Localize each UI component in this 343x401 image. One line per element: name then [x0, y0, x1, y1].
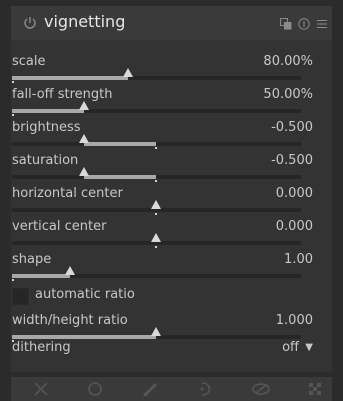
slider-handle[interactable]	[79, 167, 89, 176]
slider-value: 0.000	[275, 219, 313, 234]
path-icon[interactable]	[194, 379, 218, 399]
slider-value: 50.00%	[263, 87, 313, 102]
slider-baseline-tick	[12, 81, 14, 83]
reset-icon[interactable]	[298, 15, 310, 30]
slider-label: vertical center	[12, 219, 107, 234]
slider-center-tick	[155, 147, 157, 149]
slider-label: horizontal center	[12, 186, 123, 201]
checkbox-label: automatic ratio	[35, 287, 135, 302]
module-title: vignetting	[44, 12, 126, 31]
automatic-ratio-checkbox[interactable]	[12, 288, 29, 305]
slider-track[interactable]	[12, 142, 301, 146]
mask-toolbar	[11, 377, 332, 401]
slider-label: brightness	[12, 120, 81, 135]
slider-fill	[12, 335, 156, 339]
slider-value: 1.000	[275, 313, 313, 328]
slider-handle[interactable]	[79, 101, 89, 110]
slider-scale[interactable]: scale 80.00%	[12, 54, 313, 86]
module-header[interactable]: vignetting	[11, 6, 332, 40]
slider-shape[interactable]: shape 1.00	[12, 252, 313, 284]
slider-label: shape	[12, 252, 52, 267]
menu-icon[interactable]	[316, 15, 328, 28]
slider-center-tick	[155, 180, 157, 182]
slider-fill	[12, 274, 70, 278]
slider-handle[interactable]	[151, 200, 161, 209]
slider-value: 80.00%	[263, 54, 313, 69]
gradient-icon[interactable]	[249, 379, 273, 399]
slider-track[interactable]	[12, 175, 301, 179]
slider-handle[interactable]	[151, 233, 161, 242]
checker-icon[interactable]	[303, 379, 327, 399]
slider-baseline-tick	[12, 279, 14, 281]
slider-center-tick	[155, 246, 157, 248]
brush-icon[interactable]	[139, 379, 163, 399]
slider-brightness[interactable]: brightness -0.500	[12, 120, 313, 152]
slider-horizontal-center[interactable]: horizontal center 0.000	[12, 186, 313, 218]
slider-fill	[84, 142, 156, 146]
slider-saturation[interactable]: saturation -0.500	[12, 153, 313, 185]
slider-value: -0.500	[271, 153, 313, 168]
slider-fall-off-strength[interactable]: fall-off strength 50.00%	[12, 87, 313, 119]
slider-value: 0.000	[275, 186, 313, 201]
slider-value: 1.00	[284, 252, 313, 267]
dithering-dropdown[interactable]: dithering off ▼	[12, 340, 313, 360]
slider-center-tick	[155, 213, 157, 215]
slider-fill	[12, 109, 84, 113]
close-icon[interactable]	[29, 379, 53, 399]
slider-fill	[12, 76, 128, 80]
circle-icon[interactable]	[83, 379, 107, 399]
automatic-ratio-toggle[interactable]: automatic ratio	[12, 286, 313, 306]
presets-icon[interactable]	[280, 15, 292, 30]
slider-label: saturation	[12, 153, 79, 168]
chevron-down-icon: ▼	[305, 342, 313, 353]
dropdown-label: dithering	[12, 340, 71, 355]
slider-vertical-center[interactable]: vertical center 0.000	[12, 219, 313, 251]
panel-background: vignetting scale 80.00% fall-off strengt…	[0, 0, 343, 401]
slider-handle[interactable]	[123, 68, 133, 77]
slider-fill	[84, 175, 156, 179]
slider-label: scale	[12, 54, 46, 69]
slider-handle[interactable]	[151, 327, 161, 336]
slider-label: width/height ratio	[12, 313, 128, 328]
slider-value: -0.500	[271, 120, 313, 135]
power-icon[interactable]	[22, 15, 38, 31]
slider-handle[interactable]	[79, 134, 89, 143]
slider-handle[interactable]	[65, 266, 75, 275]
slider-label: fall-off strength	[12, 87, 113, 102]
slider-baseline-tick	[12, 114, 14, 116]
dropdown-value: off	[282, 340, 299, 355]
